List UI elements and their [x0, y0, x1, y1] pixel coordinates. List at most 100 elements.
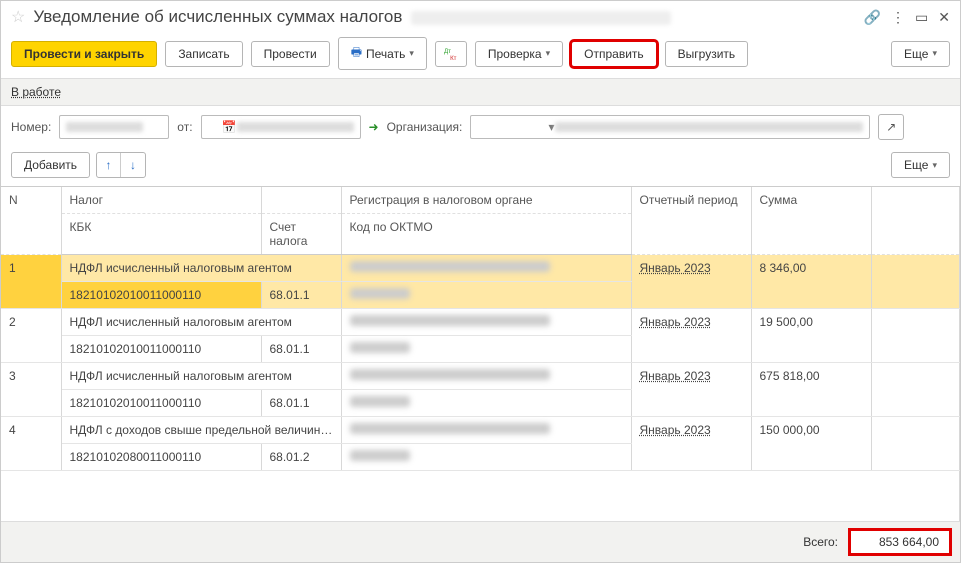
- chevron-down-icon: ▾: [409, 48, 414, 59]
- col-empty: [871, 187, 960, 255]
- cell-period[interactable]: Январь 2023: [631, 363, 751, 417]
- cell-nalog[interactable]: НДФЛ с доходов свыше предельной величин…: [61, 417, 341, 444]
- cell-empty: [871, 309, 960, 363]
- cell-reg[interactable]: [341, 309, 631, 336]
- table-toolbar: Добавить ↑ ↓ Еще ▾: [1, 148, 960, 186]
- cell-period[interactable]: Январь 2023: [631, 417, 751, 471]
- cell-oktmo[interactable]: [341, 336, 631, 363]
- col-schet-blank[interactable]: [261, 187, 341, 214]
- save-button[interactable]: Записать: [165, 41, 242, 67]
- nomer-label: Номер:: [11, 120, 51, 134]
- total-value: 853 664,00: [850, 530, 950, 554]
- cell-summa[interactable]: 675 818,00: [751, 363, 871, 417]
- col-kbk[interactable]: КБК: [61, 214, 261, 255]
- col-summa[interactable]: Сумма: [751, 187, 871, 255]
- table-row[interactable]: 2НДФЛ исчисленный налоговым агентомЯнвар…: [1, 309, 960, 336]
- main-toolbar: Провести и закрыть Записать Провести 🖶 П…: [1, 33, 960, 78]
- table-row[interactable]: 1НДФЛ исчисленный налоговым агентомЯнвар…: [1, 255, 960, 282]
- cell-nalog[interactable]: НДФЛ исчисленный налоговым агентом: [61, 309, 341, 336]
- cell-n: 4: [1, 417, 61, 471]
- col-period[interactable]: Отчетный период: [631, 187, 751, 255]
- cell-schet[interactable]: 68.01.1: [261, 282, 341, 309]
- cell-summa[interactable]: 8 346,00: [751, 255, 871, 309]
- cell-schet[interactable]: 68.01.1: [261, 336, 341, 363]
- svg-text:Дт: Дт: [444, 48, 451, 55]
- table-wrap: N Налог Регистрация в налоговом органе О…: [1, 186, 960, 521]
- favorite-star-icon[interactable]: ☆: [11, 7, 25, 27]
- kebab-menu-icon[interactable]: ⋮: [891, 9, 905, 26]
- table-row[interactable]: 3НДФЛ исчисленный налоговым агентомЯнвар…: [1, 363, 960, 390]
- printer-icon: 🖶: [351, 43, 362, 64]
- move-down-button[interactable]: ↓: [121, 153, 145, 177]
- tax-table[interactable]: N Налог Регистрация в налоговом органе О…: [1, 187, 960, 471]
- cell-period[interactable]: Январь 2023: [631, 309, 751, 363]
- table-more-label: Еще: [904, 158, 928, 172]
- chevron-down-icon: ▾: [932, 48, 937, 59]
- cell-oktmo[interactable]: [341, 282, 631, 309]
- cell-nalog[interactable]: НДФЛ исчисленный налоговым агентом: [61, 255, 341, 282]
- org-open-button[interactable]: ↗: [878, 114, 904, 140]
- chevron-down-icon: ▾: [932, 160, 937, 171]
- total-label: Всего:: [803, 535, 838, 549]
- cell-kbk[interactable]: 18210102010011000110: [61, 282, 261, 309]
- cell-oktmo[interactable]: [341, 444, 631, 471]
- org-label: Организация:: [387, 120, 463, 134]
- col-reg[interactable]: Регистрация в налоговом органе: [341, 187, 631, 214]
- cell-empty: [871, 255, 960, 309]
- close-icon[interactable]: ✕: [938, 9, 950, 26]
- window-title: Уведомление об исчисленных суммах налого…: [33, 7, 855, 27]
- cell-period[interactable]: Январь 2023: [631, 255, 751, 309]
- link-icon[interactable]: 🔗: [864, 9, 881, 26]
- dt-kt-icon: Дт Кт: [444, 47, 458, 61]
- cell-schet[interactable]: 68.01.1: [261, 390, 341, 417]
- move-up-button[interactable]: ↑: [97, 153, 121, 177]
- cell-empty: [871, 417, 960, 471]
- compare-debit-credit-button[interactable]: Дт Кт: [435, 41, 467, 67]
- post-button[interactable]: Провести: [251, 41, 330, 67]
- cell-summa[interactable]: 19 500,00: [751, 309, 871, 363]
- cell-kbk[interactable]: 18210102010011000110: [61, 336, 261, 363]
- dropdown-icon[interactable]: ▾: [548, 120, 554, 134]
- title-suffix-blurred: [411, 11, 671, 25]
- link-icon-small[interactable]: ➜: [369, 120, 379, 134]
- cell-n: 2: [1, 309, 61, 363]
- cell-empty: [871, 363, 960, 417]
- move-group: ↑ ↓: [96, 152, 146, 178]
- add-row-button[interactable]: Добавить: [11, 152, 90, 178]
- svg-text:Кт: Кт: [450, 55, 457, 61]
- print-button[interactable]: 🖶 Печать ▾: [338, 37, 427, 70]
- table-row[interactable]: 4НДФЛ с доходов свыше предельной величин…: [1, 417, 960, 444]
- col-nalog[interactable]: Налог: [61, 187, 261, 214]
- cell-reg[interactable]: [341, 255, 631, 282]
- status-link[interactable]: В работе: [11, 85, 61, 99]
- col-schet[interactable]: Счет налога: [261, 214, 341, 255]
- status-bar: В работе: [1, 78, 960, 106]
- cell-n: 1: [1, 255, 61, 309]
- send-button[interactable]: Отправить: [571, 41, 657, 67]
- minimize-icon[interactable]: ▭: [915, 9, 928, 26]
- cell-reg[interactable]: [341, 363, 631, 390]
- calendar-icon[interactable]: 📅: [222, 120, 237, 134]
- col-n[interactable]: N: [1, 187, 61, 255]
- titlebar: ☆ Уведомление об исчисленных суммах нало…: [1, 1, 960, 33]
- table-more-button[interactable]: Еще ▾: [891, 152, 950, 178]
- export-button[interactable]: Выгрузить: [665, 41, 749, 67]
- cell-n: 3: [1, 363, 61, 417]
- cell-summa[interactable]: 150 000,00: [751, 417, 871, 471]
- date-input[interactable]: 📅: [201, 115, 361, 139]
- nomer-input[interactable]: [59, 115, 169, 139]
- ot-label: от:: [177, 120, 192, 134]
- col-oktmo[interactable]: Код по ОКТМО: [341, 214, 631, 255]
- post-and-close-button[interactable]: Провести и закрыть: [11, 41, 157, 67]
- more-button[interactable]: Еще ▾: [891, 41, 950, 67]
- org-input[interactable]: ▾: [470, 115, 870, 139]
- cell-kbk[interactable]: 18210102080011000110: [61, 444, 261, 471]
- cell-reg[interactable]: [341, 417, 631, 444]
- cell-nalog[interactable]: НДФЛ исчисленный налоговым агентом: [61, 363, 341, 390]
- check-label: Проверка: [488, 47, 542, 61]
- more-label: Еще: [904, 47, 928, 61]
- cell-kbk[interactable]: 18210102010011000110: [61, 390, 261, 417]
- cell-oktmo[interactable]: [341, 390, 631, 417]
- check-button[interactable]: Проверка ▾: [475, 41, 563, 67]
- cell-schet[interactable]: 68.01.2: [261, 444, 341, 471]
